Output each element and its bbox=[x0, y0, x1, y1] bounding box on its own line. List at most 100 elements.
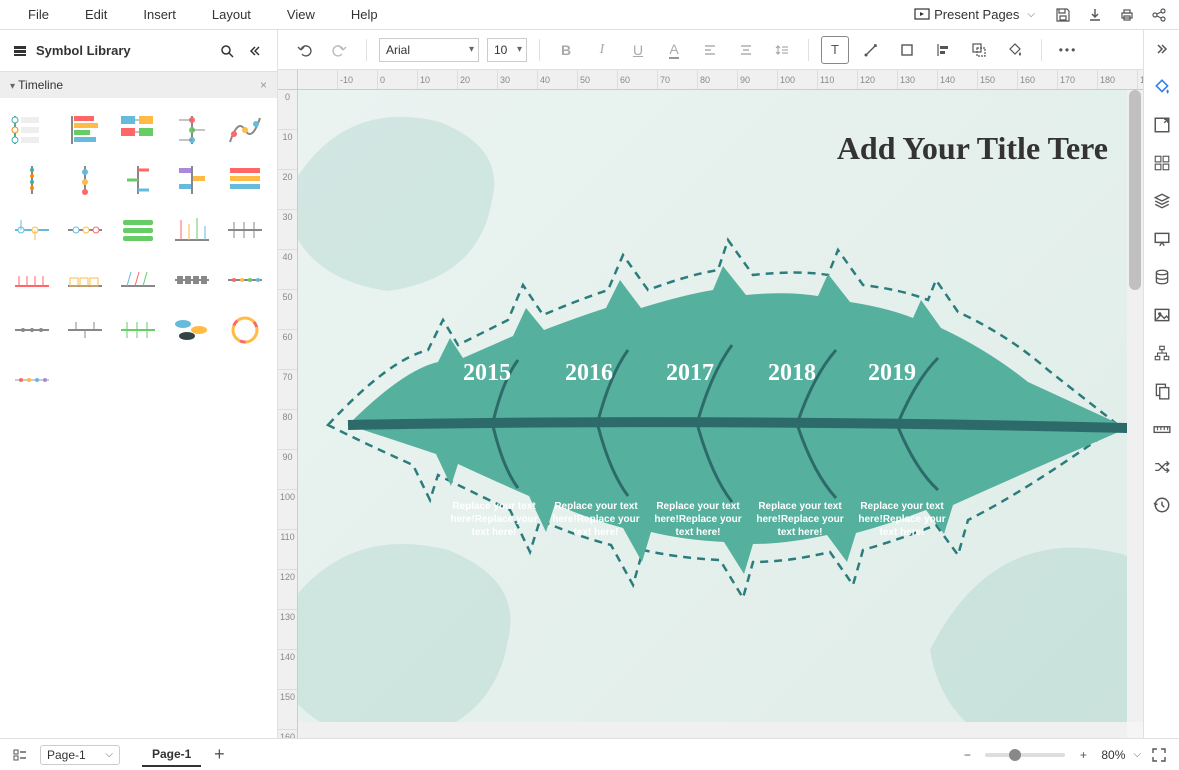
collapse-panel-icon[interactable] bbox=[245, 41, 265, 61]
menu-file[interactable]: File bbox=[10, 1, 67, 28]
shape-thumb[interactable] bbox=[222, 158, 269, 202]
shape-thumb[interactable] bbox=[222, 108, 269, 152]
font-size-select[interactable]: 10 bbox=[487, 38, 527, 62]
shape-thumb[interactable] bbox=[61, 208, 108, 252]
search-icon[interactable] bbox=[217, 41, 237, 61]
leaf-timeline[interactable]: 2015 2016 2017 2018 2019 Replace your te… bbox=[308, 200, 1127, 650]
shape-thumb[interactable] bbox=[61, 158, 108, 202]
redo-button[interactable] bbox=[326, 36, 354, 64]
shape-thumb[interactable] bbox=[61, 308, 108, 352]
save-icon[interactable] bbox=[1053, 5, 1073, 25]
timeline-year[interactable]: 2018 bbox=[768, 360, 816, 387]
timeline-desc[interactable]: Replace your text here!Replace your text… bbox=[754, 500, 846, 539]
canvas-viewport[interactable]: Add Your Title Tere bbox=[298, 90, 1127, 722]
timeline-desc[interactable]: Replace your text here!Replace your text… bbox=[856, 500, 948, 539]
ruler-icon[interactable] bbox=[1151, 418, 1173, 440]
fill-tool-icon[interactable] bbox=[1151, 76, 1173, 98]
shape-thumb[interactable] bbox=[8, 208, 55, 252]
share-icon[interactable] bbox=[1149, 5, 1169, 25]
menu-help[interactable]: Help bbox=[333, 1, 396, 28]
shape-thumb[interactable] bbox=[61, 108, 108, 152]
bold-button[interactable]: B bbox=[552, 36, 580, 64]
present-pages-button[interactable]: Present Pages ⌵ bbox=[908, 3, 1041, 27]
shape-thumb[interactable] bbox=[168, 108, 215, 152]
presentation-icon[interactable] bbox=[1151, 228, 1173, 250]
line-spacing-button[interactable] bbox=[768, 36, 796, 64]
scrollbar-horizontal[interactable] bbox=[298, 722, 1127, 738]
ruler-vertical[interactable]: 0102030405060708090100110120130140150160… bbox=[278, 90, 298, 738]
connector-button[interactable] bbox=[857, 36, 885, 64]
data-icon[interactable] bbox=[1151, 266, 1173, 288]
shape-thumb[interactable] bbox=[8, 158, 55, 202]
timeline-year[interactable]: 2015 bbox=[463, 360, 511, 387]
timeline-year[interactable]: 2016 bbox=[565, 360, 613, 387]
group-button[interactable] bbox=[965, 36, 993, 64]
font-select[interactable]: Arial bbox=[379, 38, 479, 62]
zoom-out-button[interactable]: − bbox=[957, 745, 977, 765]
timeline-year[interactable]: 2019 bbox=[868, 360, 916, 387]
chevron-down-icon[interactable]: ⌵ bbox=[1133, 749, 1141, 760]
grid-icon[interactable] bbox=[1151, 152, 1173, 174]
valign-button[interactable] bbox=[732, 36, 760, 64]
undo-button[interactable] bbox=[290, 36, 318, 64]
zoom-in-button[interactable]: + bbox=[1073, 745, 1093, 765]
italic-button[interactable]: I bbox=[588, 36, 616, 64]
page-title[interactable]: Add Your Title Tere bbox=[837, 130, 1108, 167]
zoom-value[interactable]: 80% bbox=[1101, 748, 1125, 762]
page-tab[interactable]: Page-1 bbox=[142, 743, 201, 767]
menu-view[interactable]: View bbox=[269, 1, 333, 28]
ruler-horizontal[interactable]: -100102030405060708090100110120130140150… bbox=[298, 70, 1143, 90]
shape-thumb[interactable] bbox=[61, 258, 108, 302]
shape-thumb[interactable] bbox=[115, 108, 162, 152]
print-icon[interactable] bbox=[1117, 5, 1137, 25]
more-button[interactable]: ••• bbox=[1054, 36, 1082, 64]
shape-thumb[interactable] bbox=[168, 158, 215, 202]
shape-outline-button[interactable] bbox=[893, 36, 921, 64]
shape-thumb[interactable] bbox=[168, 208, 215, 252]
menu-edit[interactable]: Edit bbox=[67, 1, 125, 28]
zoom-slider-thumb[interactable] bbox=[1009, 749, 1021, 761]
hierarchy-icon[interactable] bbox=[1151, 342, 1173, 364]
underline-button[interactable]: U bbox=[624, 36, 652, 64]
text-tool-button[interactable]: T bbox=[821, 36, 849, 64]
align-objects-button[interactable] bbox=[929, 36, 957, 64]
scrollbar-vertical[interactable] bbox=[1127, 90, 1143, 722]
properties-icon[interactable] bbox=[1151, 114, 1173, 136]
timeline-desc[interactable]: Replace your text here!Replace your text… bbox=[448, 500, 540, 539]
add-page-button[interactable]: + bbox=[209, 745, 229, 765]
history-icon[interactable] bbox=[1151, 494, 1173, 516]
timeline-desc[interactable]: Replace your text here!Replace your text… bbox=[550, 500, 642, 539]
category-timeline[interactable]: ▾ Timeline × bbox=[0, 72, 277, 98]
shape-thumb[interactable] bbox=[8, 108, 55, 152]
text-color-button[interactable]: A bbox=[660, 36, 688, 64]
zoom-slider[interactable] bbox=[985, 753, 1065, 757]
shape-thumb[interactable] bbox=[222, 308, 269, 352]
align-button[interactable] bbox=[696, 36, 724, 64]
menu-insert[interactable]: Insert bbox=[125, 1, 194, 28]
shape-thumb[interactable] bbox=[222, 208, 269, 252]
timeline-year[interactable]: 2017 bbox=[666, 360, 714, 387]
fullscreen-icon[interactable] bbox=[1149, 745, 1169, 765]
menu-layout[interactable]: Layout bbox=[194, 1, 269, 28]
scrollbar-thumb[interactable] bbox=[1129, 90, 1141, 290]
shape-thumb[interactable] bbox=[8, 358, 55, 402]
close-category-icon[interactable]: × bbox=[260, 78, 267, 92]
image-icon[interactable] bbox=[1151, 304, 1173, 326]
download-icon[interactable] bbox=[1085, 5, 1105, 25]
shape-thumb[interactable] bbox=[115, 258, 162, 302]
shape-thumb[interactable] bbox=[168, 258, 215, 302]
shape-thumb[interactable] bbox=[8, 258, 55, 302]
shape-thumb[interactable] bbox=[115, 208, 162, 252]
page-select[interactable]: Page-1 ⌵ bbox=[40, 745, 120, 765]
fill-button[interactable] bbox=[1001, 36, 1029, 64]
shape-thumb[interactable] bbox=[168, 308, 215, 352]
shape-thumb[interactable] bbox=[115, 158, 162, 202]
layers-icon[interactable] bbox=[1151, 190, 1173, 212]
shape-thumb[interactable] bbox=[115, 308, 162, 352]
clipboard-icon[interactable] bbox=[1151, 380, 1173, 402]
page-list-icon[interactable] bbox=[10, 745, 30, 765]
expand-panel-icon[interactable] bbox=[1151, 38, 1173, 60]
page[interactable]: Add Your Title Tere bbox=[298, 90, 1127, 722]
shape-thumb[interactable] bbox=[222, 258, 269, 302]
shuffle-icon[interactable] bbox=[1151, 456, 1173, 478]
